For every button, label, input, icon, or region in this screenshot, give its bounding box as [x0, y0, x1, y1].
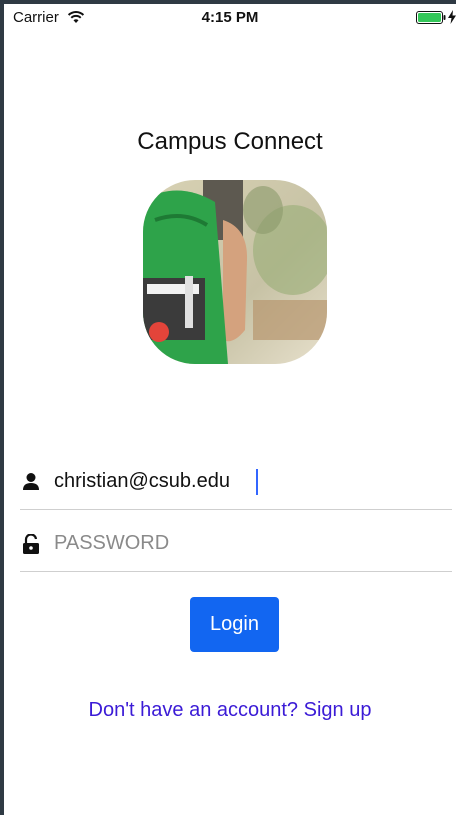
password-field[interactable]	[54, 526, 434, 560]
clock: 4:15 PM	[201, 9, 259, 26]
campus-student-photo	[143, 180, 327, 364]
status-bar: Carrier 4:15 PM	[4, 4, 456, 30]
email-field[interactable]	[54, 464, 434, 498]
text-cursor	[256, 469, 258, 495]
app-title: Campus Connect	[137, 128, 323, 155]
email-divider	[20, 509, 452, 510]
user-icon	[23, 473, 39, 490]
login-button[interactable]: Login	[190, 597, 279, 652]
password-divider	[20, 571, 452, 572]
unlocked-padlock-icon	[23, 534, 39, 554]
password-row	[20, 518, 452, 568]
phone-screen: Carrier 4:15 PM Campus Connect christian…	[4, 4, 456, 815]
email-row	[20, 456, 452, 506]
signup-link[interactable]: Don't have an account? Sign up	[4, 699, 456, 722]
charging-bolt-icon	[448, 10, 456, 24]
battery-icon	[416, 11, 446, 24]
